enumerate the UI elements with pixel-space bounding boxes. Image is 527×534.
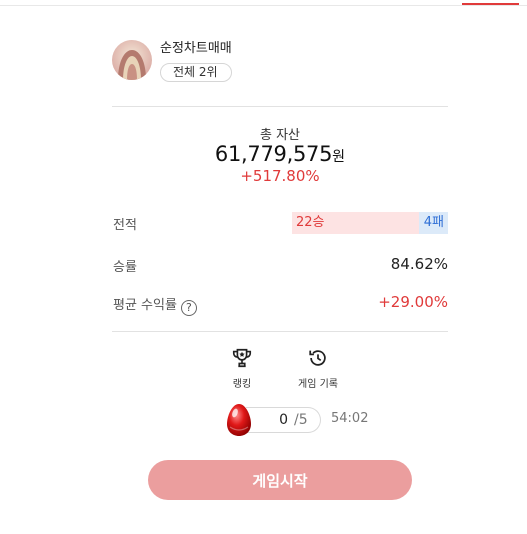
win-loss-bar: 22승 4패 bbox=[292, 212, 448, 234]
games-max: /5 bbox=[294, 412, 308, 428]
rank-badge[interactable]: 전체 2위 bbox=[160, 63, 232, 82]
help-icon[interactable]: ? bbox=[180, 300, 197, 316]
total-return: +517.80% bbox=[240, 167, 320, 185]
wins-count: 22승 bbox=[292, 212, 419, 234]
game-history-label: 게임 기록 bbox=[298, 379, 338, 390]
ranking-button[interactable]: 랭킹 bbox=[212, 347, 272, 390]
games-played: 0 bbox=[279, 412, 288, 428]
game-history-button[interactable]: 게임 기록 bbox=[288, 347, 348, 390]
winrate-label: 승률 bbox=[113, 260, 137, 275]
divider bbox=[112, 106, 448, 107]
total-assets-label: 총 자산 bbox=[259, 128, 300, 143]
game-counter: 0 /5 bbox=[246, 407, 321, 433]
total-assets-number: 61,779,575 bbox=[214, 142, 333, 166]
refill-timer: 54:02 bbox=[331, 411, 369, 426]
history-icon bbox=[309, 350, 326, 366]
avatar[interactable] bbox=[112, 40, 152, 80]
egg-icon bbox=[226, 403, 252, 437]
active-tab-indicator bbox=[462, 3, 519, 5]
total-assets-value: 61,779,575원 bbox=[112, 142, 448, 166]
ranking-label: 랭킹 bbox=[232, 379, 252, 390]
profile-section: 순정차트매매 전체 2위 bbox=[112, 40, 232, 84]
top-border bbox=[0, 5, 527, 6]
start-game-button[interactable]: 게임시작 bbox=[148, 460, 412, 500]
record-label: 전적 bbox=[113, 218, 137, 233]
username: 순정차트매매 bbox=[160, 41, 232, 56]
divider bbox=[112, 331, 448, 332]
losses-count: 4패 bbox=[419, 212, 448, 234]
avg-return-label: 평균 수익률 bbox=[113, 298, 177, 313]
winrate-value: 84.62% bbox=[390, 255, 448, 273]
currency-unit: 원 bbox=[332, 149, 346, 165]
trophy-icon bbox=[232, 348, 252, 368]
avg-return-row: 평균 수익률? bbox=[113, 294, 197, 316]
avg-return-value: +29.00% bbox=[378, 293, 448, 311]
